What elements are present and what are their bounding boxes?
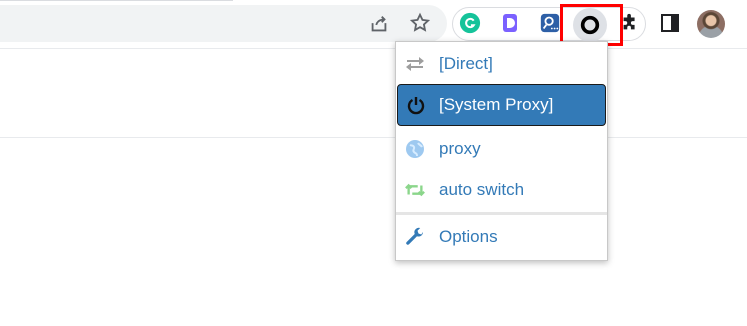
side-panel-icon[interactable] [658,11,682,35]
page-divider [0,137,747,138]
grammarly-icon[interactable] [458,11,482,35]
menu-item-auto-switch[interactable]: auto switch [396,170,607,210]
power-icon [406,95,426,115]
zoom-scheduler-icon[interactable] [538,11,562,35]
arrows-exchange-icon [405,54,425,74]
menu-item-proxy[interactable]: proxy [396,129,607,169]
d-extension-icon[interactable] [498,11,522,35]
highlight-box [560,4,623,46]
toolbar-divider [0,48,747,49]
puzzle-icon[interactable] [618,11,642,35]
switchyomega-popup-menu: [Direct] [System Proxy] proxy auto switc… [395,41,608,261]
menu-divider [396,212,607,215]
menu-item-direct[interactable]: [Direct] [396,44,607,84]
menu-item-label: proxy [439,139,481,158]
browser-toolbar [0,0,747,48]
menu-item-label: auto switch [439,180,525,199]
menu-item-label: [System Proxy] [439,95,554,114]
share-icon[interactable] [367,12,391,36]
retweet-icon [405,180,425,200]
menu-item-label: [Direct] [439,54,493,73]
tab-strip-edge [0,0,233,1]
avatar[interactable] [697,10,725,38]
menu-item-options[interactable]: Options [396,217,607,257]
wrench-icon [405,227,425,247]
menu-item-label: Options [439,227,498,246]
globe-icon [405,139,425,159]
star-icon[interactable] [408,11,432,35]
menu-item-system-proxy[interactable]: [System Proxy] [397,84,606,126]
